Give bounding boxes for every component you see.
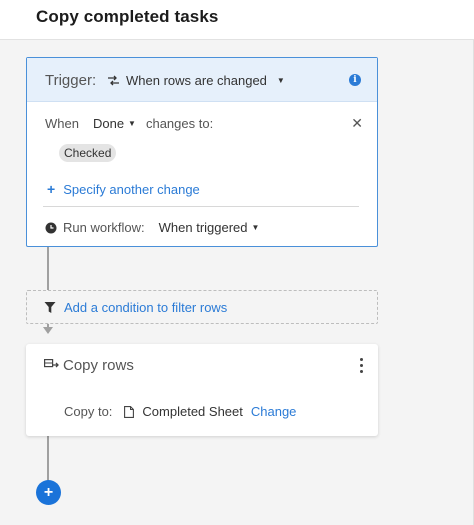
sheet-icon <box>124 405 135 418</box>
page-title: Copy completed tasks <box>36 7 219 26</box>
add-condition-box[interactable]: Add a condition to filter rows <box>26 290 378 324</box>
page-header: Copy completed tasks <box>0 0 474 40</box>
trigger-event-dropdown[interactable]: When rows are changed ▼ <box>107 73 285 88</box>
trigger-card: Trigger: When rows are changed ▼ i When … <box>26 57 378 247</box>
plus-icon: + <box>47 181 56 197</box>
trigger-event-label: When rows are changed <box>126 73 267 88</box>
connector-line <box>47 247 49 290</box>
add-step-button[interactable]: + <box>36 480 61 505</box>
run-workflow-row: Run workflow: When triggered ▼ <box>45 220 259 235</box>
add-change-label: Specify another change <box>63 181 200 197</box>
copy-rows-card: Copy rows Copy to: Completed Sheet Chang… <box>26 344 378 436</box>
trigger-label: Trigger: <box>45 72 97 89</box>
close-icon[interactable]: ✕ <box>351 115 363 132</box>
divider <box>43 206 359 207</box>
rows-changed-icon <box>108 75 119 86</box>
action-title: Copy rows <box>63 357 134 374</box>
clock-icon <box>45 222 57 233</box>
when-label: When <box>45 116 79 131</box>
run-workflow-label: Run workflow: <box>63 220 145 235</box>
field-label: Done <box>92 116 125 131</box>
connector-line <box>47 436 49 482</box>
add-condition-label: Add a condition to filter rows <box>64 300 228 315</box>
arrow-down-icon <box>43 327 53 334</box>
run-workflow-dropdown[interactable]: When triggered ▼ <box>159 220 260 235</box>
value-chip[interactable]: Checked <box>59 144 117 162</box>
field-dropdown[interactable]: Done ▼ <box>93 116 136 131</box>
copy-to-label: Copy to: <box>64 404 113 419</box>
filter-icon <box>44 302 56 313</box>
copy-rows-icon <box>44 359 59 368</box>
chevron-down-icon: ▼ <box>251 223 260 232</box>
condition-when-row: When Done ▼ changes to: <box>45 116 213 131</box>
add-change-link[interactable]: + Specify another change <box>47 181 200 197</box>
chevron-down-icon: ▼ <box>128 119 136 128</box>
trigger-header: Trigger: When rows are changed ▼ i <box>27 58 377 102</box>
copy-to-row: Copy to: Completed Sheet Change <box>64 404 296 419</box>
chevron-down-icon: ▼ <box>276 76 285 85</box>
destination-sheet-name: Completed Sheet <box>142 404 243 419</box>
run-workflow-value: When triggered <box>158 220 248 235</box>
changes-to-label: changes to: <box>145 116 214 131</box>
more-options-icon[interactable] <box>358 358 364 374</box>
info-icon[interactable]: i <box>349 74 361 86</box>
change-sheet-link[interactable]: Change <box>251 404 297 419</box>
